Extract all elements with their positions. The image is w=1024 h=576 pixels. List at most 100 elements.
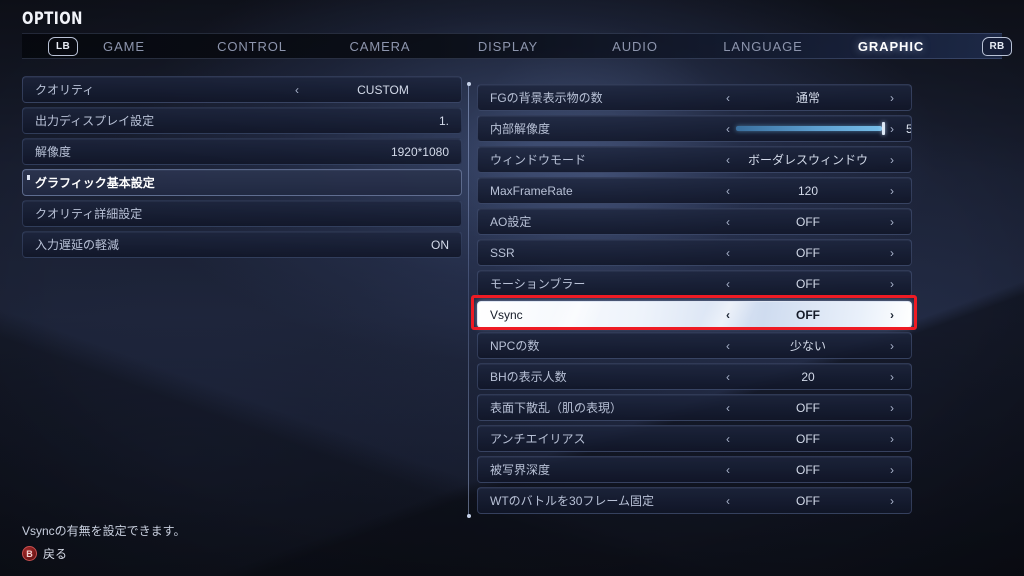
chevron-left-icon[interactable]: ‹: [726, 433, 730, 445]
setting-value: 少ない: [789, 339, 827, 353]
back-label: 戻る: [43, 547, 68, 561]
slider-track: [736, 122, 888, 135]
b-button-icon[interactable]: B: [22, 546, 37, 561]
chevron-right-icon[interactable]: ›: [890, 495, 894, 507]
chevron-left-icon[interactable]: ‹: [726, 309, 730, 321]
chevron-left-icon[interactable]: ‹: [726, 154, 730, 166]
slider-handle[interactable]: [881, 122, 885, 135]
setting-row[interactable]: モーションブラー ‹ › OFF: [477, 270, 912, 297]
setting-value: OFF: [796, 307, 820, 322]
setting-label: 表面下散乱（肌の表現）: [490, 401, 623, 415]
chevron-right-icon[interactable]: ›: [890, 123, 894, 135]
chevron-left-icon[interactable]: ‹: [726, 216, 730, 228]
tab-control[interactable]: CONTROL: [217, 34, 287, 60]
setting-value: CUSTOM: [357, 82, 409, 97]
tab-bar: GAME CONTROL CAMERA DISPLAY AUDIO LANGUAGE GRA…: [22, 33, 1012, 60]
chevron-left-icon[interactable]: ‹: [726, 278, 730, 290]
setting-row[interactable]: Vsync ‹ › OFF: [477, 301, 912, 328]
setting-row[interactable]: 内部解像度 ‹ › 5: [477, 115, 912, 142]
setting-row[interactable]: 表面下散乱（肌の表現） ‹ › OFF: [477, 394, 912, 421]
chevron-right-icon[interactable]: ›: [890, 278, 894, 290]
chevron-left-icon[interactable]: ‹: [295, 84, 299, 96]
chevron-left-icon[interactable]: ‹: [726, 371, 730, 383]
setting-label: クオリティ詳細設定: [35, 207, 143, 221]
setting-label: ウィンドウモード: [490, 153, 587, 167]
selection-marker: [27, 175, 30, 180]
resolution-slider[interactable]: [736, 122, 888, 135]
tab-audio[interactable]: AUDIO: [612, 34, 658, 60]
setting-label: 被写界深度: [490, 463, 551, 477]
tab-display[interactable]: DISPLAY: [478, 34, 538, 60]
chevron-left-icon[interactable]: ‹: [726, 340, 730, 352]
right-settings-panel: FGの背景表示物の数 ‹ › 通常内部解像度 ‹ › 5 ウィンドウモード ‹ › ボーダレスウィン…: [477, 84, 912, 518]
setting-row[interactable]: MaxFrameRate ‹ › 120: [477, 177, 912, 204]
setting-label: クオリティ: [35, 83, 95, 97]
setting-label: 解像度: [35, 145, 72, 159]
chevron-right-icon[interactable]: ›: [890, 433, 894, 445]
chevron-right-icon[interactable]: ›: [890, 340, 894, 352]
setting-value: OFF: [796, 276, 820, 291]
setting-row[interactable]: BHの表示人数 ‹ › 20: [477, 363, 912, 390]
setting-value: 1.: [438, 113, 449, 128]
chevron-left-icon[interactable]: ‹: [726, 495, 730, 507]
setting-value: OFF: [796, 493, 820, 508]
setting-value: 120: [797, 183, 819, 198]
help-text: Vsyncの有無を設定できます。: [22, 524, 186, 538]
options-header: OPTION GAME CONTROL CAMERA DISPLAY AUDIO LANG…: [0, 0, 1024, 64]
setting-row[interactable]: グラフィック基本設定: [22, 169, 462, 196]
chevron-left-icon[interactable]: ‹: [726, 185, 730, 197]
setting-label: Vsync: [490, 307, 523, 322]
setting-row[interactable]: クオリティ詳細設定: [22, 200, 462, 227]
chevron-left-icon[interactable]: ‹: [726, 247, 730, 259]
right-bumper-icon[interactable]: RB: [982, 37, 1012, 56]
chevron-right-icon[interactable]: ›: [890, 464, 894, 476]
setting-value: ボーダレスウィンドウ: [747, 153, 869, 167]
chevron-right-icon[interactable]: ›: [890, 154, 894, 166]
page-title: OPTION: [22, 9, 83, 29]
chevron-right-icon[interactable]: ›: [890, 92, 894, 104]
slider-value: 5: [906, 122, 911, 136]
chevron-left-icon[interactable]: ‹: [726, 92, 730, 104]
chevron-right-icon[interactable]: ›: [890, 309, 894, 321]
setting-value: OFF: [796, 245, 820, 260]
chevron-right-icon[interactable]: ›: [890, 402, 894, 414]
setting-row[interactable]: NPCの数 ‹ › 少ない: [477, 332, 912, 359]
setting-row[interactable]: SSR ‹ › OFF: [477, 239, 912, 266]
setting-value: 1920*1080: [390, 144, 449, 159]
chevron-right-icon[interactable]: ›: [890, 216, 894, 228]
setting-label: 内部解像度: [490, 122, 551, 136]
left-bumper-icon[interactable]: LB: [48, 37, 78, 56]
chevron-left-icon[interactable]: ‹: [726, 123, 730, 135]
setting-row[interactable]: 解像度 1920*1080: [22, 138, 462, 165]
setting-label: グラフィック基本設定: [35, 176, 155, 190]
setting-value: OFF: [796, 214, 820, 229]
chevron-left-icon[interactable]: ‹: [726, 402, 730, 414]
setting-row[interactable]: 入力遅延の軽減 ON: [22, 231, 462, 258]
panel-divider: [466, 82, 471, 518]
chevron-left-icon[interactable]: ‹: [726, 464, 730, 476]
setting-row[interactable]: 被写界深度 ‹ › OFF: [477, 456, 912, 483]
setting-row[interactable]: FGの背景表示物の数 ‹ › 通常: [477, 84, 912, 111]
tab-language[interactable]: LANGUAGE: [723, 34, 802, 60]
chevron-right-icon[interactable]: ›: [461, 84, 462, 96]
setting-value: OFF: [796, 431, 820, 446]
setting-row[interactable]: 出力ディスプレイ設定 1.: [22, 107, 462, 134]
setting-row[interactable]: アンチエイリアス ‹ › OFF: [477, 425, 912, 452]
left-settings-panel: クオリティ ‹ › CUSTOM 出力ディスプレイ設定 1. 解像度 1920*1080 グラフ…: [22, 76, 462, 262]
setting-row[interactable]: AO設定 ‹ › OFF: [477, 208, 912, 235]
chevron-right-icon[interactable]: ›: [890, 247, 894, 259]
chevron-right-icon[interactable]: ›: [890, 371, 894, 383]
setting-value: OFF: [796, 462, 820, 477]
setting-value: 20: [801, 369, 815, 384]
setting-label: FGの背景表示物の数: [490, 91, 603, 105]
setting-row[interactable]: ウィンドウモード ‹ › ボーダレスウィンドウ: [477, 146, 912, 173]
setting-label: NPCの数: [490, 339, 540, 353]
tab-game[interactable]: GAME: [103, 34, 145, 60]
tab-camera[interactable]: CAMERA: [349, 34, 410, 60]
tab-graphic[interactable]: GRAPHIC: [858, 34, 924, 60]
setting-row[interactable]: クオリティ ‹ › CUSTOM: [22, 76, 462, 103]
back-prompt[interactable]: B 戻る: [22, 545, 185, 562]
setting-label: AO設定: [490, 215, 532, 229]
chevron-right-icon[interactable]: ›: [890, 185, 894, 197]
setting-row[interactable]: WTのバトルを30フレーム固定 ‹ › OFF: [477, 487, 912, 514]
